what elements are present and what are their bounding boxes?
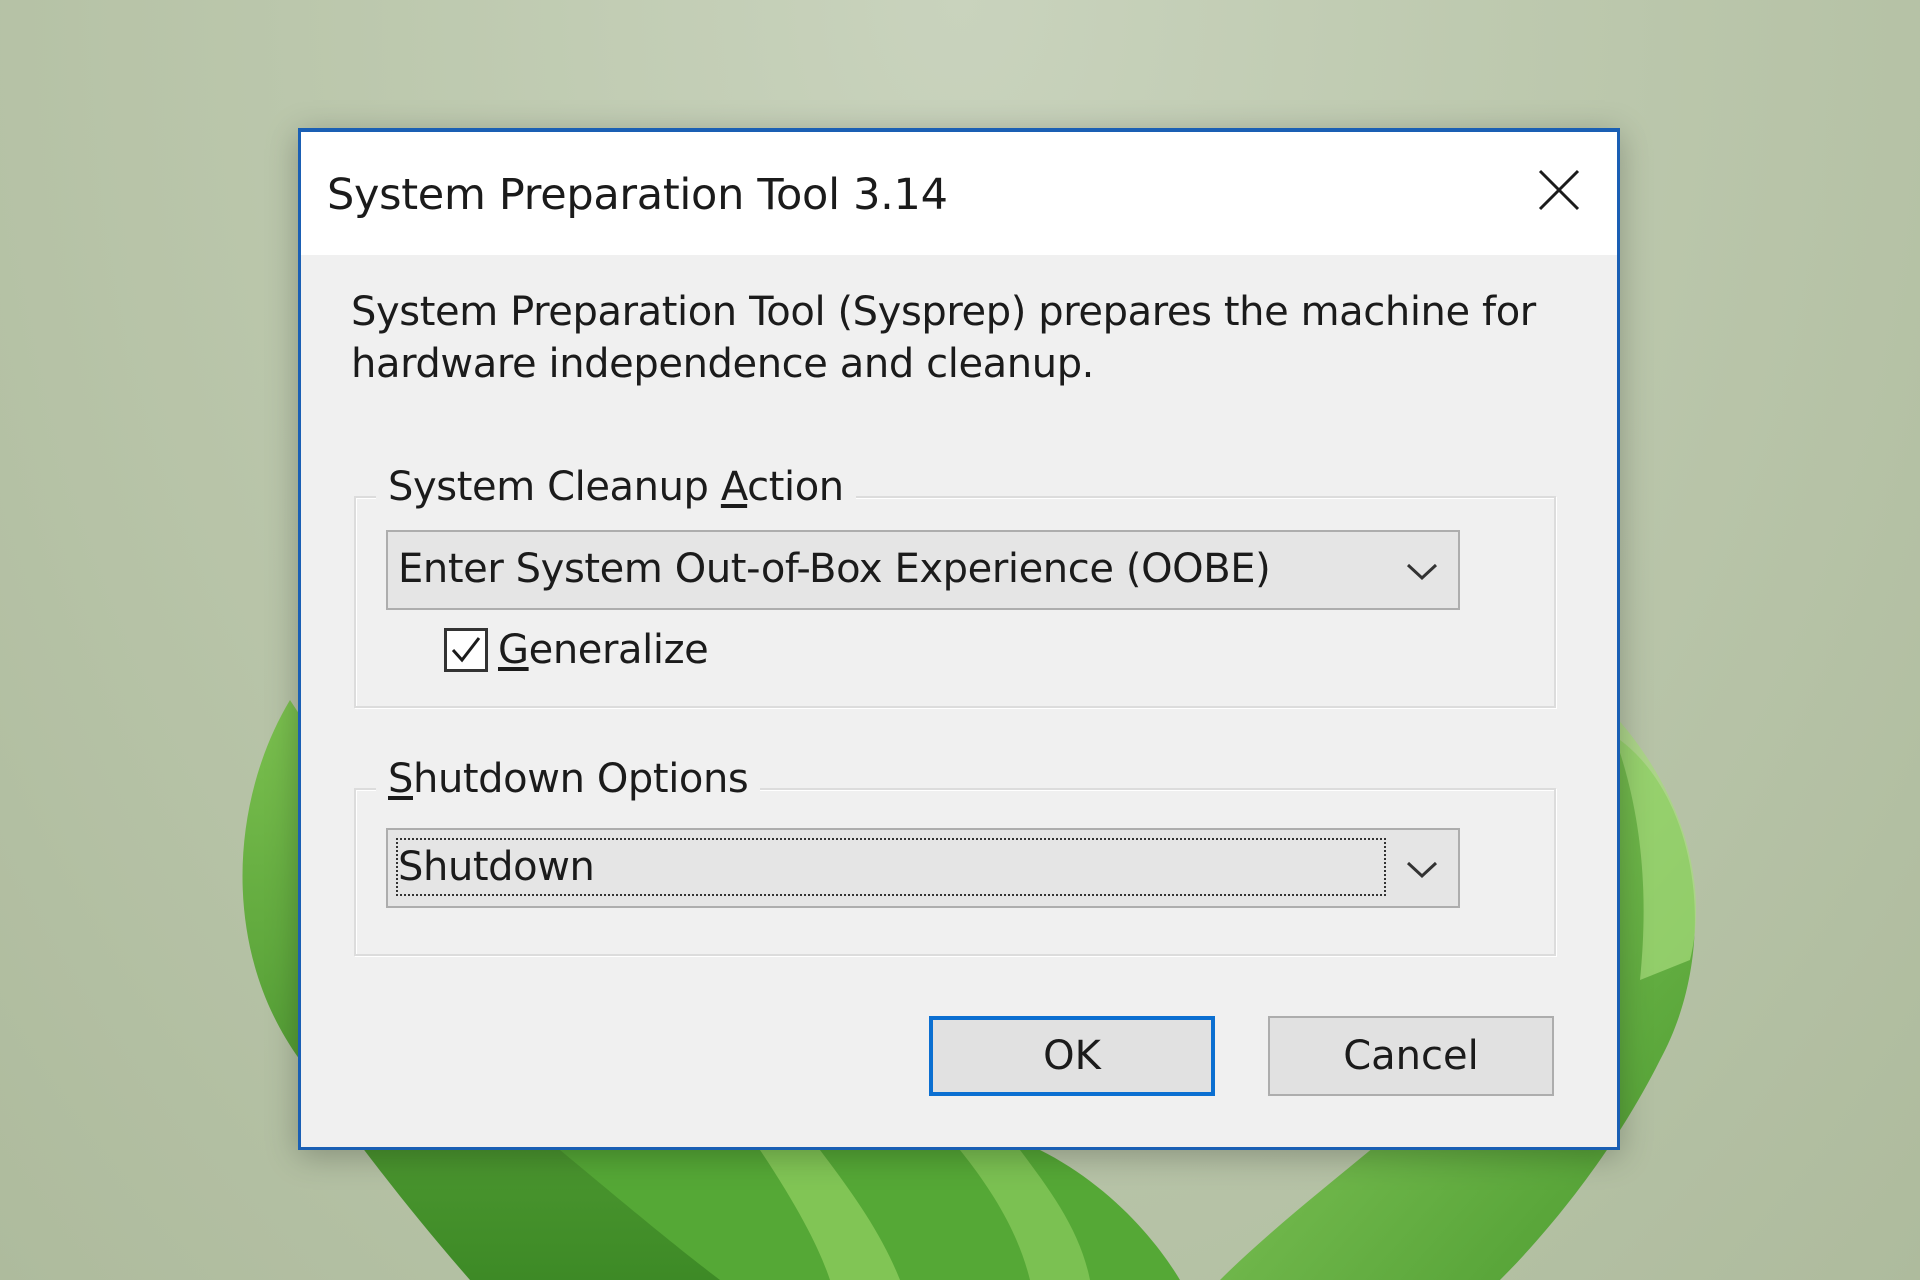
window-title: System Preparation Tool 3.14 [327, 170, 948, 220]
shutdown-options-value: Shutdown [398, 844, 595, 890]
close-button[interactable] [1519, 150, 1599, 230]
close-icon [1538, 169, 1580, 211]
dialog-description: System Preparation Tool (Sysprep) prepar… [351, 289, 1536, 387]
shutdown-options-dropdown[interactable]: Shutdown [386, 828, 1460, 908]
sysprep-dialog: System Preparation Tool 3.14 System Prep… [298, 128, 1620, 1150]
chevron-down-icon [1406, 861, 1438, 879]
cleanup-action-value: Enter System Out-of-Box Experience (OOBE… [398, 546, 1271, 592]
generalize-checkbox-row[interactable]: Generalize [444, 622, 709, 678]
title-bar: System Preparation Tool 3.14 [301, 132, 1617, 255]
system-cleanup-action-group: System Cleanup Action Enter System Out-o… [354, 464, 1556, 708]
ok-button[interactable]: OK [929, 1016, 1215, 1096]
generalize-checkbox[interactable] [444, 628, 488, 672]
chevron-down-icon [1406, 563, 1438, 581]
focus-rectangle: Shutdown [396, 838, 1386, 896]
cleanup-action-dropdown[interactable]: Enter System Out-of-Box Experience (OOBE… [386, 530, 1460, 610]
shutdown-options-group: Shutdown Options Shutdown [354, 756, 1556, 956]
system-cleanup-action-label: System Cleanup Action [376, 464, 856, 510]
checkmark-icon [451, 637, 481, 663]
generalize-label: Generalize [498, 627, 709, 673]
cancel-button[interactable]: Cancel [1268, 1016, 1554, 1096]
shutdown-options-label: Shutdown Options [376, 756, 761, 802]
